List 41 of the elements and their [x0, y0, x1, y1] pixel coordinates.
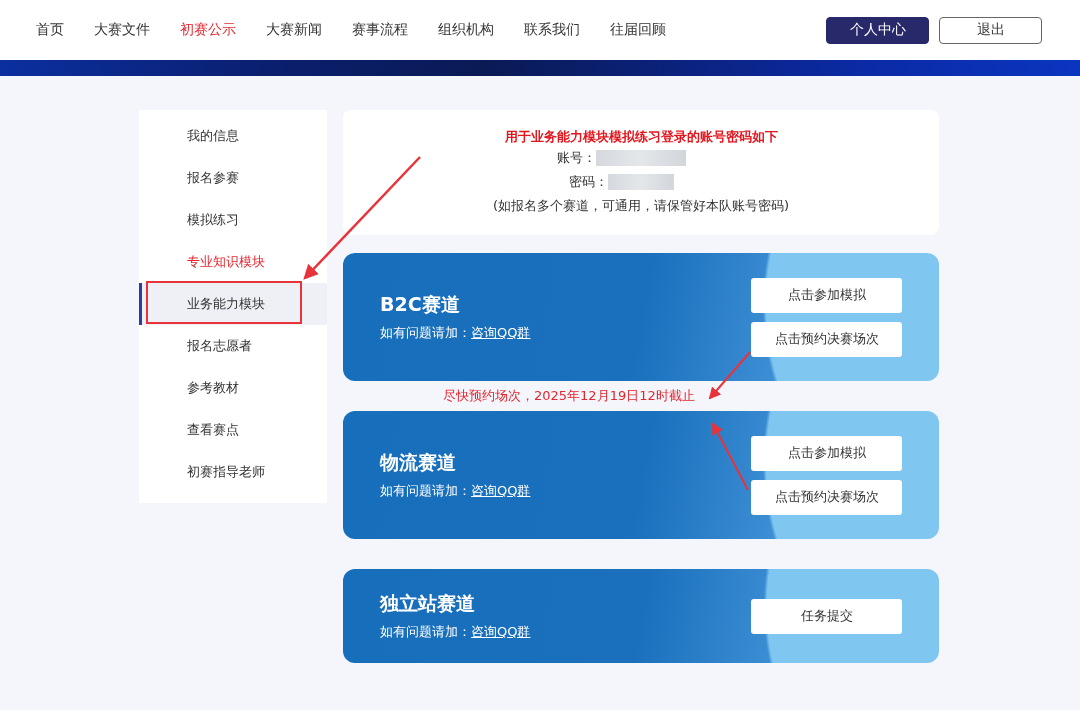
- account-info-heading: 用于业务能力模块模拟练习登录的账号密码如下: [504, 128, 778, 146]
- sidebar-item[interactable]: 专业知识模块: [139, 241, 327, 283]
- info-note: (如报名多个赛道，可通用，请保管好本队账号密码): [492, 197, 790, 215]
- credential-label: 账号：: [556, 149, 596, 167]
- sidebar-item[interactable]: 业务能力模块: [139, 283, 327, 325]
- sidebar-item[interactable]: 参考教材: [139, 367, 327, 409]
- redacted-value: [607, 174, 674, 190]
- track-button[interactable]: 点击参加模拟: [751, 435, 902, 471]
- deadline-note: 尽快预约场次，2025年12月19日12时截止: [442, 387, 696, 405]
- sidebar-item[interactable]: 初赛指导老师: [139, 451, 327, 493]
- track-hint: 如有问题请加：: [380, 623, 471, 641]
- track-title: 物流赛道: [380, 450, 457, 475]
- sidebar-item[interactable]: 报名志愿者: [139, 325, 327, 367]
- nav-link[interactable]: 联系我们: [524, 21, 580, 39]
- nav-link[interactable]: 往届回顾: [610, 21, 666, 39]
- sidebar-item[interactable]: 模拟练习: [139, 199, 327, 241]
- nav-link[interactable]: 组织机构: [438, 21, 494, 39]
- sidebar-item[interactable]: 查看赛点: [139, 409, 327, 451]
- qq-group-link[interactable]: 咨询QQ群: [471, 623, 531, 641]
- annotation-arrow: [712, 422, 749, 491]
- qq-group-link[interactable]: 咨询QQ群: [471, 324, 531, 342]
- nav-link[interactable]: 首页: [36, 21, 64, 39]
- track-button[interactable]: 任务提交: [751, 598, 902, 634]
- track-hint: 如有问题请加：: [380, 324, 471, 342]
- track-title: 独立站赛道: [380, 591, 476, 616]
- track-button[interactable]: 点击参加模拟: [751, 277, 902, 313]
- nav-link[interactable]: 大赛文件: [94, 21, 150, 39]
- annotation-arrow: [708, 351, 751, 400]
- track-hint: 如有问题请加：: [380, 482, 471, 500]
- track-button[interactable]: 点击预约决赛场次: [751, 321, 902, 357]
- logout-button[interactable]: 退出: [939, 16, 1042, 44]
- nav-link[interactable]: 赛事流程: [352, 21, 408, 39]
- track-button[interactable]: 点击预约决赛场次: [751, 479, 902, 515]
- credential-label: 密码：: [568, 173, 608, 191]
- track-title: B2C赛道: [380, 292, 461, 317]
- qq-group-link[interactable]: 咨询QQ群: [471, 482, 531, 500]
- sidebar-item[interactable]: 我的信息: [139, 115, 327, 157]
- nav-link[interactable]: 大赛新闻: [266, 21, 322, 39]
- personal-center-button[interactable]: 个人中心: [826, 16, 929, 44]
- sidebar-item[interactable]: 报名参赛: [139, 157, 327, 199]
- nav-link[interactable]: 初赛公示: [180, 21, 236, 39]
